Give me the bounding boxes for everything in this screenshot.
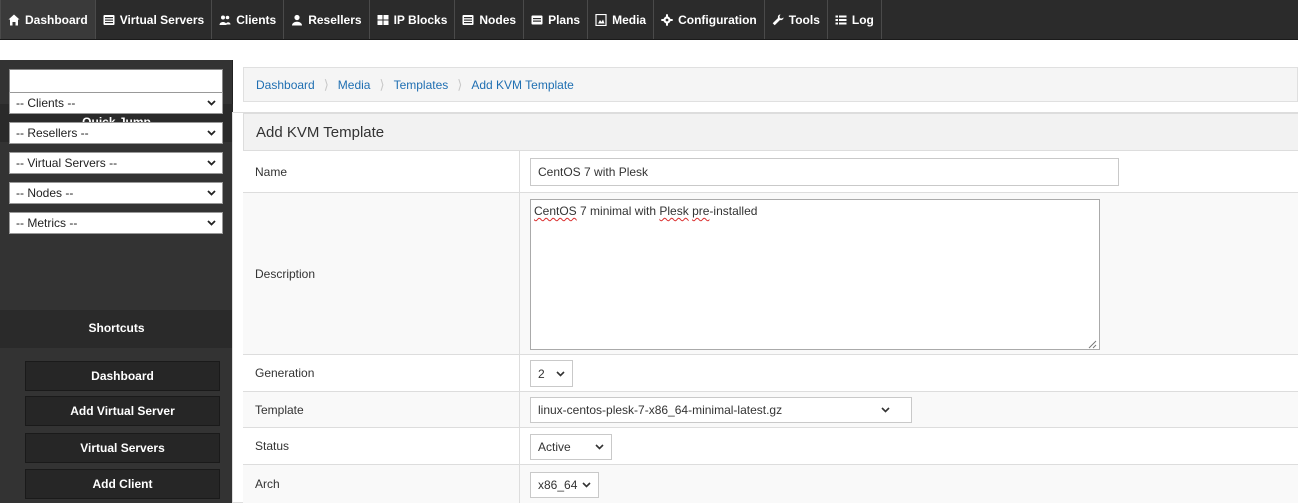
chevron-down-icon xyxy=(582,482,591,488)
form-row-generation: Generation 2 xyxy=(243,355,1298,392)
shortcuts-title: Shortcuts xyxy=(88,321,145,335)
nav-item-label: Tools xyxy=(788,12,820,27)
nav-item-label: Clients xyxy=(236,12,277,27)
nav-item-label: Nodes xyxy=(479,12,517,27)
nav-item-media[interactable]: Media xyxy=(588,0,655,39)
users-icon xyxy=(219,14,231,26)
generation-select-value: 2 xyxy=(538,366,545,381)
arch-select-value: x86_64 xyxy=(538,478,578,492)
top-navigation: Dashboard Virtual Servers Clients Resellers… xyxy=(0,0,1298,40)
chevron-down-icon xyxy=(207,190,216,196)
name-input[interactable]: CentOS 7 with Plesk xyxy=(530,158,1119,186)
status-label: Status xyxy=(243,428,520,464)
nav-item-virtual-servers[interactable]: Virtual Servers xyxy=(96,0,213,39)
gear-icon xyxy=(661,13,673,26)
nav-item-dashboard[interactable]: Dashboard xyxy=(0,0,96,39)
description-textarea[interactable]: CentOS 7 minimal with Plesk pre-installe… xyxy=(530,199,1100,350)
chevron-down-icon xyxy=(207,130,216,136)
nav-item-label: Log xyxy=(851,12,874,27)
nav-item-label: Plans xyxy=(548,12,581,27)
breadcrumb-separator-icon: ⟩ xyxy=(457,76,463,92)
breadcrumb-separator-icon: ⟩ xyxy=(323,76,329,92)
form-row-arch: Arch x86_64 xyxy=(243,465,1298,503)
shortcut-add-virtual-server-button[interactable]: Add Virtual Server xyxy=(25,396,220,426)
nav-item-nodes[interactable]: Nodes xyxy=(455,0,525,39)
nav-item-label: IP Blocks xyxy=(393,12,448,27)
nav-item-clients[interactable]: Clients xyxy=(212,0,285,39)
nav-item-configuration[interactable]: Configuration xyxy=(654,0,765,39)
nav-item-ip-blocks[interactable]: IP Blocks xyxy=(370,0,456,39)
chevron-down-icon xyxy=(207,100,216,106)
nav-item-label: Configuration xyxy=(678,12,757,27)
description-word-plesk: Plesk xyxy=(659,204,689,218)
template-label: Template xyxy=(243,392,520,427)
quick-jump-select-value: -- Resellers -- xyxy=(16,126,89,140)
chevron-down-icon xyxy=(881,407,890,413)
nav-item-label: Media xyxy=(612,12,647,27)
breadcrumb-separator-icon: ⟩ xyxy=(379,76,385,92)
form-row-name: Name CentOS 7 with Plesk xyxy=(243,151,1298,193)
form-row-description: Description CentOS 7 minimal with Plesk … xyxy=(243,193,1298,355)
server-list-icon xyxy=(103,14,115,26)
nav-item-label: Resellers xyxy=(308,12,362,27)
description-label: Description xyxy=(243,193,520,354)
breadcrumb-link[interactable]: Dashboard xyxy=(256,78,315,92)
breadcrumb-link[interactable]: Templates xyxy=(394,78,449,92)
card-icon xyxy=(531,14,543,26)
user-icon xyxy=(291,14,303,26)
nav-item-label: Virtual Servers xyxy=(119,12,205,27)
quick-jump-select-value: -- Virtual Servers -- xyxy=(16,156,118,170)
description-word-pre: pre xyxy=(692,204,710,218)
breadcrumb: Dashboard ⟩ Media ⟩ Templates ⟩ Add KVM Templa… xyxy=(243,67,1298,102)
status-select-value: Active xyxy=(538,440,571,454)
shortcut-dashboard-button[interactable]: Dashboard xyxy=(25,361,220,391)
breadcrumb-link[interactable]: Media xyxy=(338,78,371,92)
chevron-down-icon xyxy=(595,444,604,450)
quick-jump-select[interactable]: -- Resellers -- xyxy=(9,122,223,144)
name-label: Name xyxy=(243,151,520,192)
breadcrumb-link[interactable]: Add KVM Template xyxy=(471,78,574,92)
nav-item-resellers[interactable]: Resellers xyxy=(284,0,370,39)
quick-jump-select[interactable]: -- Metrics -- xyxy=(9,212,223,234)
quick-jump-select[interactable]: -- Nodes -- xyxy=(9,182,223,204)
shortcut-add-client-button[interactable]: Add Client xyxy=(25,469,220,499)
quick-jump-select-value: -- Nodes -- xyxy=(16,186,74,200)
form-row-template: Template linux-centos-plesk-7-x86_64-min… xyxy=(243,392,1298,428)
generation-label: Generation xyxy=(243,355,520,391)
template-select[interactable]: linux-centos-plesk-7-x86_64-minimal-late… xyxy=(530,397,912,423)
list-icon xyxy=(835,14,847,26)
description-word-centos: CentOS xyxy=(534,204,577,218)
arch-select[interactable]: x86_64 xyxy=(530,472,599,498)
grid-icon xyxy=(377,14,389,26)
chevron-down-icon xyxy=(207,160,216,166)
quick-jump-select-value: -- Clients -- xyxy=(16,96,76,110)
description-text-part: 7 minimal with xyxy=(576,204,660,218)
chevron-down-icon xyxy=(207,220,216,226)
nav-item-label: Dashboard xyxy=(25,12,88,27)
quick-jump-select-value: -- Metrics -- xyxy=(16,216,78,230)
chevron-down-icon xyxy=(556,370,565,377)
resize-grip-icon[interactable] xyxy=(1088,338,1097,349)
media-icon xyxy=(595,13,607,26)
nav-item-tools[interactable]: Tools xyxy=(765,0,828,39)
name-input-value: CentOS 7 with Plesk xyxy=(538,165,649,179)
description-text-end: -installed xyxy=(709,204,758,218)
quick-jump-select[interactable]: -- Clients -- xyxy=(9,92,223,114)
server-list-icon xyxy=(462,14,474,26)
home-icon xyxy=(8,14,20,26)
shortcuts-header: Shortcuts xyxy=(0,310,233,348)
generation-select[interactable]: 2 xyxy=(530,360,573,387)
wrench-icon xyxy=(772,14,784,26)
quick-jump-select[interactable]: -- Virtual Servers -- xyxy=(9,152,223,174)
nav-item-plans[interactable]: Plans xyxy=(524,0,589,39)
nav-item-log[interactable]: Log xyxy=(828,0,882,39)
panel-title: Add KVM Template xyxy=(243,113,1298,151)
sidebar: Quick Jump -- Clients ---- Resellers ---… xyxy=(0,60,233,503)
form-row-status: Status Active xyxy=(243,428,1298,465)
template-select-value: linux-centos-plesk-7-x86_64-minimal-late… xyxy=(538,403,783,417)
shortcut-virtual-servers-button[interactable]: Virtual Servers xyxy=(25,433,220,463)
status-select[interactable]: Active xyxy=(530,434,612,460)
arch-label: Arch xyxy=(243,465,520,503)
